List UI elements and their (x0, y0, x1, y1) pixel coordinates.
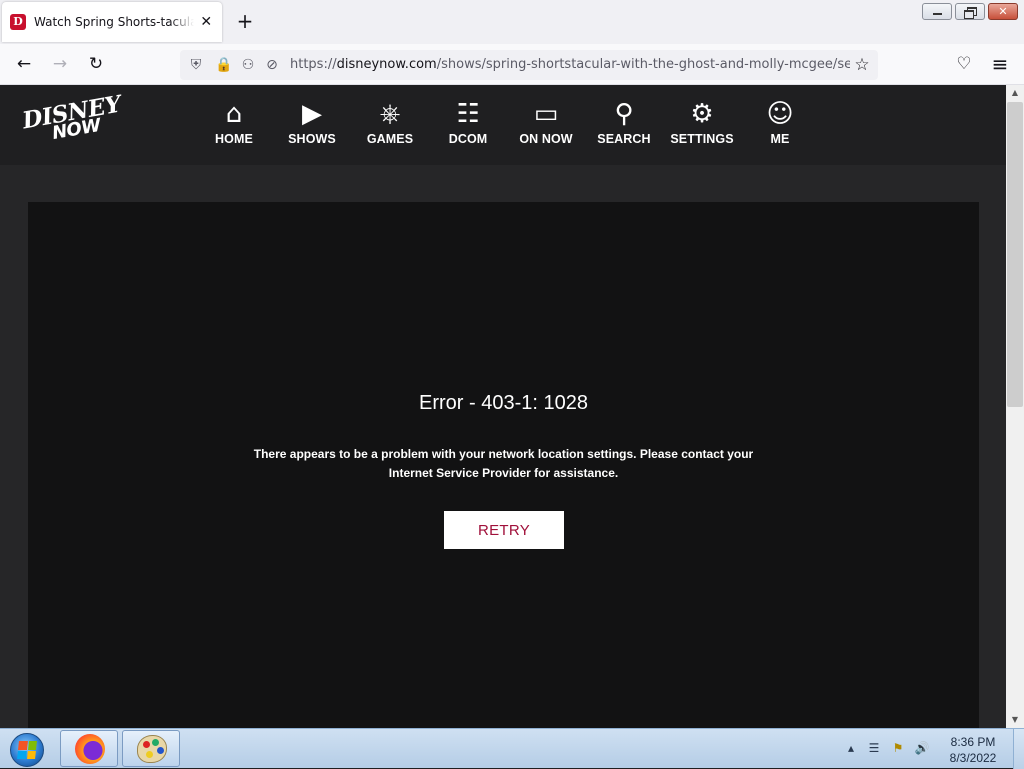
nav-label: SEARCH (597, 132, 651, 146)
nav-label: HOME (215, 132, 253, 146)
hamburger-menu-icon[interactable]: ≡ (988, 52, 1012, 76)
pocket-icon[interactable]: ♡ (952, 52, 976, 76)
tab-close-icon[interactable]: ✕ (198, 14, 214, 30)
forward-arrow-icon[interactable]: → (48, 52, 72, 76)
nav-label: DCOM (448, 132, 488, 146)
window-controls (922, 3, 1018, 20)
browser-titlebar: D Watch Spring Shorts-tacular with ✕ + (0, 0, 1024, 44)
page-scrollbar[interactable]: ▲ ▼ (1006, 85, 1024, 728)
windows-taskbar: ▴ ☰ ⚑ 🔊 8:36 PM 8/3/2022 (0, 728, 1024, 769)
back-arrow-icon[interactable]: ← (12, 52, 36, 76)
video-player: Error - 403-1: 1028 There appears to be … (28, 202, 979, 728)
nav-label: GAMES (366, 132, 414, 146)
gear-icon: ⚙ (690, 99, 714, 129)
url-text[interactable]: https://disneynow.com/shows/spring-short… (290, 57, 850, 72)
show-desktop-button[interactable] (1013, 729, 1024, 769)
site-nav: ⌂ HOME ▶ SHOWS ⎈ GAMES ☷ DCOM ▭ ON NOW ⚲… (195, 99, 819, 146)
nav-label: SETTINGS (670, 132, 734, 146)
disney-favicon-icon: D (10, 14, 26, 30)
error-title: Error - 403-1: 1028 (419, 392, 588, 414)
scroll-down-icon[interactable]: ▼ (1006, 712, 1024, 728)
nav-label: ME (770, 132, 790, 146)
start-button[interactable] (4, 730, 50, 768)
nav-on-now[interactable]: ▭ ON NOW (507, 99, 585, 146)
firefox-icon (75, 734, 105, 764)
home-icon: ⌂ (225, 99, 243, 129)
browser-navbar: ← → ↻ ⛨ 🔒 ⚇ ⊘ https://disneynow.com/show… (0, 44, 1024, 85)
tab-title: Watch Spring Shorts-tacular with (34, 15, 195, 29)
minimize-button[interactable] (922, 3, 952, 20)
show-hidden-icons-icon[interactable]: ▴ (843, 740, 859, 756)
tracking-blocked-icon[interactable]: ⊘ (262, 55, 282, 75)
nav-shows[interactable]: ▶ SHOWS (273, 99, 351, 146)
system-clock[interactable]: 8:36 PM 8/3/2022 (942, 734, 1004, 766)
maximize-button[interactable] (955, 3, 985, 20)
gamepad-icon: ⎈ (379, 99, 401, 129)
play-icon: ▶ (302, 99, 322, 129)
retry-button[interactable]: RETRY (444, 511, 564, 549)
close-window-button[interactable] (988, 3, 1018, 20)
new-tab-button[interactable]: + (234, 10, 256, 32)
url-host: disneynow.com (336, 57, 437, 72)
reload-icon[interactable]: ↻ (84, 52, 108, 76)
mickey-avatar-icon: ☺ (766, 99, 794, 129)
nav-label: ON NOW (519, 132, 573, 146)
nav-me[interactable]: ☺ ME (741, 99, 819, 146)
taskbar-firefox[interactable] (60, 730, 118, 767)
clock-time: 8:36 PM (950, 735, 996, 749)
url-scheme: https:// (290, 57, 337, 72)
nav-games[interactable]: ⎈ GAMES (351, 99, 429, 146)
volume-icon[interactable]: 🔊 (914, 740, 930, 756)
paint-palette-icon (137, 735, 167, 763)
taskbar-paint[interactable] (122, 730, 180, 767)
tv-icon: ▭ (533, 99, 559, 129)
address-bar[interactable]: ⛨ 🔒 ⚇ ⊘ https://disneynow.com/shows/spri… (180, 50, 878, 80)
nav-search[interactable]: ⚲ SEARCH (585, 99, 663, 146)
scroll-up-icon[interactable]: ▲ (1006, 85, 1024, 101)
url-path: /shows/spring-shortstacular-with-the-gho… (436, 57, 850, 72)
clock-date: 8/3/2022 (949, 751, 997, 765)
site-header: DISNEY NOW ⌂ HOME ▶ SHOWS ⎈ GAMES ☷ DCOM… (0, 85, 1006, 165)
bookmark-star-icon[interactable]: ☆ (852, 55, 872, 75)
nav-home[interactable]: ⌂ HOME (195, 99, 273, 146)
disney-now-logo[interactable]: DISNEY NOW (20, 91, 122, 147)
action-center-flag-icon[interactable]: ⚑ (890, 740, 906, 756)
network-icon[interactable]: ☰ (866, 740, 882, 756)
nav-dcom[interactable]: ☷ DCOM (429, 99, 507, 146)
nav-settings[interactable]: ⚙ SETTINGS (663, 99, 741, 146)
search-icon: ⚲ (614, 99, 634, 129)
lock-icon[interactable]: 🔒 (214, 55, 234, 75)
popcorn-icon: ☷ (456, 99, 480, 129)
windows-orb-icon (10, 733, 44, 767)
permissions-icon[interactable]: ⚇ (238, 55, 258, 75)
browser-tab[interactable]: D Watch Spring Shorts-tacular with ✕ (2, 2, 222, 42)
nav-label: SHOWS (288, 132, 336, 146)
shield-icon[interactable]: ⛨ (186, 55, 206, 75)
scrollbar-thumb[interactable] (1007, 102, 1023, 407)
error-message: There appears to be a problem with your … (253, 447, 754, 480)
